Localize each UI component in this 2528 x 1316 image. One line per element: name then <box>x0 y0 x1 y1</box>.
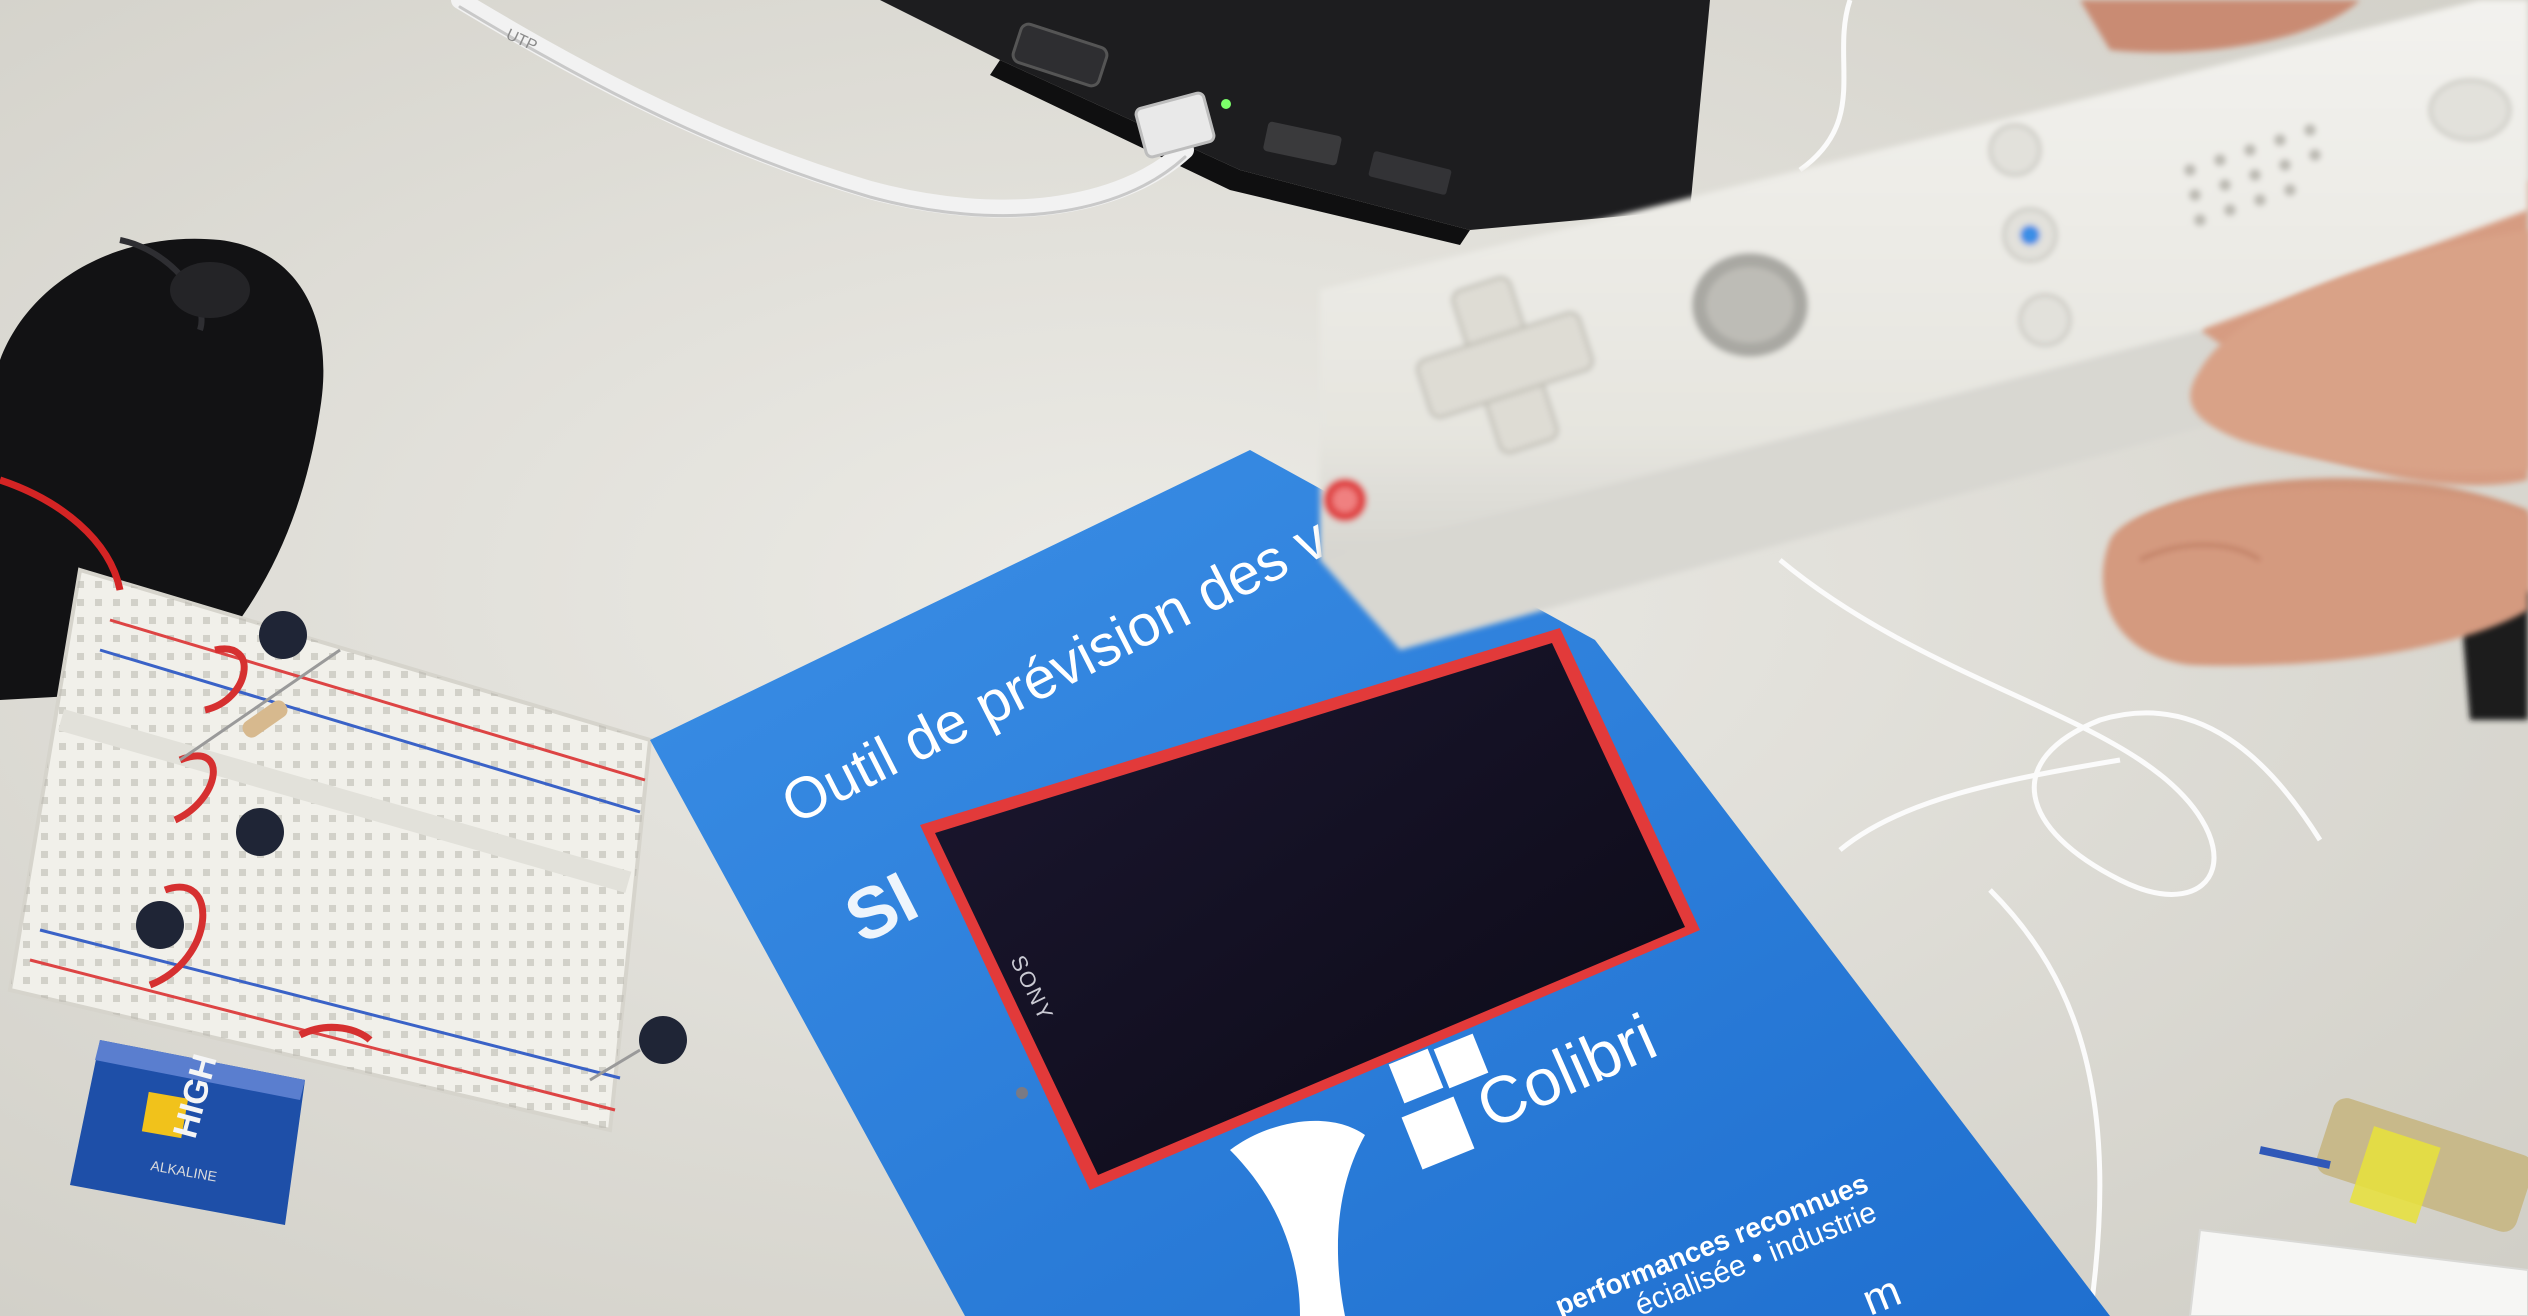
photo-scene: UTP HIGH ALKALINE Outil de prévision des… <box>0 0 2528 1316</box>
ir-led <box>236 808 284 856</box>
minus-button-icon <box>1988 123 2042 177</box>
one-button-icon <box>2428 78 2512 142</box>
ir-led <box>136 901 184 949</box>
plus-button-icon <box>2018 293 2072 347</box>
led-indicator <box>1221 99 1231 109</box>
ir-led <box>639 1016 687 1064</box>
ir-led <box>259 611 307 659</box>
